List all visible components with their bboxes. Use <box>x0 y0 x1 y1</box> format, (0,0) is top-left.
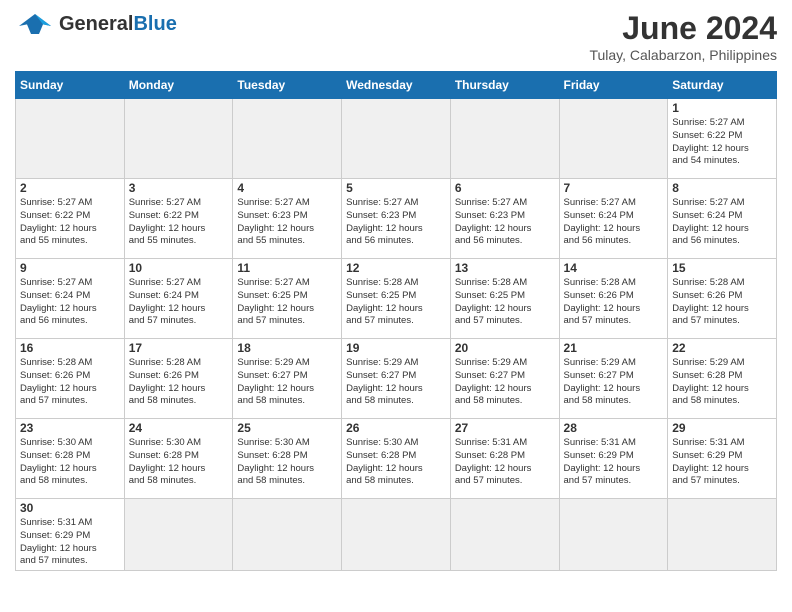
header-saturday: Saturday <box>668 72 777 99</box>
day-cell-18: 18 Sunrise: 5:29 AMSunset: 6:27 PMDaylig… <box>233 339 342 419</box>
table-row: 16 Sunrise: 5:28 AMSunset: 6:26 PMDaylig… <box>16 339 777 419</box>
empty-cell <box>342 99 451 179</box>
header: GeneralBlue June 2024 Tulay, Calabarzon,… <box>15 10 777 63</box>
empty-cell <box>233 499 342 571</box>
empty-cell <box>668 499 777 571</box>
table-row: 2 Sunrise: 5:27 AMSunset: 6:22 PMDayligh… <box>16 179 777 259</box>
logo-bird-icon <box>15 10 55 38</box>
table-row: 1 Sunrise: 5:27 AMSunset: 6:22 PMDayligh… <box>16 99 777 179</box>
day-cell-6: 6 Sunrise: 5:27 AMSunset: 6:23 PMDayligh… <box>450 179 559 259</box>
header-sunday: Sunday <box>16 72 125 99</box>
day-cell-22: 22 Sunrise: 5:29 AMSunset: 6:28 PMDaylig… <box>668 339 777 419</box>
empty-cell <box>559 499 668 571</box>
header-wednesday: Wednesday <box>342 72 451 99</box>
day-cell-24: 24 Sunrise: 5:30 AMSunset: 6:28 PMDaylig… <box>124 419 233 499</box>
month-year-title: June 2024 <box>589 10 777 47</box>
day-cell-15: 15 Sunrise: 5:28 AMSunset: 6:26 PMDaylig… <box>668 259 777 339</box>
day-cell-13: 13 Sunrise: 5:28 AMSunset: 6:25 PMDaylig… <box>450 259 559 339</box>
empty-cell <box>450 499 559 571</box>
header-thursday: Thursday <box>450 72 559 99</box>
logo-row: GeneralBlue <box>15 10 177 38</box>
header-tuesday: Tuesday <box>233 72 342 99</box>
day-cell-4: 4 Sunrise: 5:27 AMSunset: 6:23 PMDayligh… <box>233 179 342 259</box>
title-area: June 2024 Tulay, Calabarzon, Philippines <box>589 10 777 63</box>
day-cell-10: 10 Sunrise: 5:27 AMSunset: 6:24 PMDaylig… <box>124 259 233 339</box>
header-monday: Monday <box>124 72 233 99</box>
empty-cell <box>559 99 668 179</box>
day-cell-16: 16 Sunrise: 5:28 AMSunset: 6:26 PMDaylig… <box>16 339 125 419</box>
empty-cell <box>342 499 451 571</box>
day-cell-17: 17 Sunrise: 5:28 AMSunset: 6:26 PMDaylig… <box>124 339 233 419</box>
day-cell-2: 2 Sunrise: 5:27 AMSunset: 6:22 PMDayligh… <box>16 179 125 259</box>
location-subtitle: Tulay, Calabarzon, Philippines <box>589 47 777 63</box>
day-cell-30: 30 Sunrise: 5:31 AMSunset: 6:29 PMDaylig… <box>16 499 125 571</box>
empty-cell <box>124 99 233 179</box>
logo-area: GeneralBlue <box>15 10 177 38</box>
day-cell-3: 3 Sunrise: 5:27 AMSunset: 6:22 PMDayligh… <box>124 179 233 259</box>
day-cell-11: 11 Sunrise: 5:27 AMSunset: 6:25 PMDaylig… <box>233 259 342 339</box>
header-friday: Friday <box>559 72 668 99</box>
day-cell-9: 9 Sunrise: 5:27 AMSunset: 6:24 PMDayligh… <box>16 259 125 339</box>
logo-text: GeneralBlue <box>59 13 177 36</box>
table-row: 30 Sunrise: 5:31 AMSunset: 6:29 PMDaylig… <box>16 499 777 571</box>
day-cell-1: 1 Sunrise: 5:27 AMSunset: 6:22 PMDayligh… <box>668 99 777 179</box>
day-cell-27: 27 Sunrise: 5:31 AMSunset: 6:28 PMDaylig… <box>450 419 559 499</box>
table-row: 23 Sunrise: 5:30 AMSunset: 6:28 PMDaylig… <box>16 419 777 499</box>
day-cell-8: 8 Sunrise: 5:27 AMSunset: 6:24 PMDayligh… <box>668 179 777 259</box>
day-cell-12: 12 Sunrise: 5:28 AMSunset: 6:25 PMDaylig… <box>342 259 451 339</box>
day-cell-7: 7 Sunrise: 5:27 AMSunset: 6:24 PMDayligh… <box>559 179 668 259</box>
weekday-header-row: Sunday Monday Tuesday Wednesday Thursday… <box>16 72 777 99</box>
day-cell-29: 29 Sunrise: 5:31 AMSunset: 6:29 PMDaylig… <box>668 419 777 499</box>
day-cell-20: 20 Sunrise: 5:29 AMSunset: 6:27 PMDaylig… <box>450 339 559 419</box>
day-cell-19: 19 Sunrise: 5:29 AMSunset: 6:27 PMDaylig… <box>342 339 451 419</box>
empty-cell <box>16 99 125 179</box>
day-cell-26: 26 Sunrise: 5:30 AMSunset: 6:28 PMDaylig… <box>342 419 451 499</box>
table-row: 9 Sunrise: 5:27 AMSunset: 6:24 PMDayligh… <box>16 259 777 339</box>
calendar-table: Sunday Monday Tuesday Wednesday Thursday… <box>15 71 777 571</box>
day-cell-14: 14 Sunrise: 5:28 AMSunset: 6:26 PMDaylig… <box>559 259 668 339</box>
empty-cell <box>450 99 559 179</box>
empty-cell <box>233 99 342 179</box>
day-cell-23: 23 Sunrise: 5:30 AMSunset: 6:28 PMDaylig… <box>16 419 125 499</box>
day-cell-28: 28 Sunrise: 5:31 AMSunset: 6:29 PMDaylig… <box>559 419 668 499</box>
day-cell-5: 5 Sunrise: 5:27 AMSunset: 6:23 PMDayligh… <box>342 179 451 259</box>
empty-cell <box>124 499 233 571</box>
day-cell-25: 25 Sunrise: 5:30 AMSunset: 6:28 PMDaylig… <box>233 419 342 499</box>
day-cell-21: 21 Sunrise: 5:29 AMSunset: 6:27 PMDaylig… <box>559 339 668 419</box>
